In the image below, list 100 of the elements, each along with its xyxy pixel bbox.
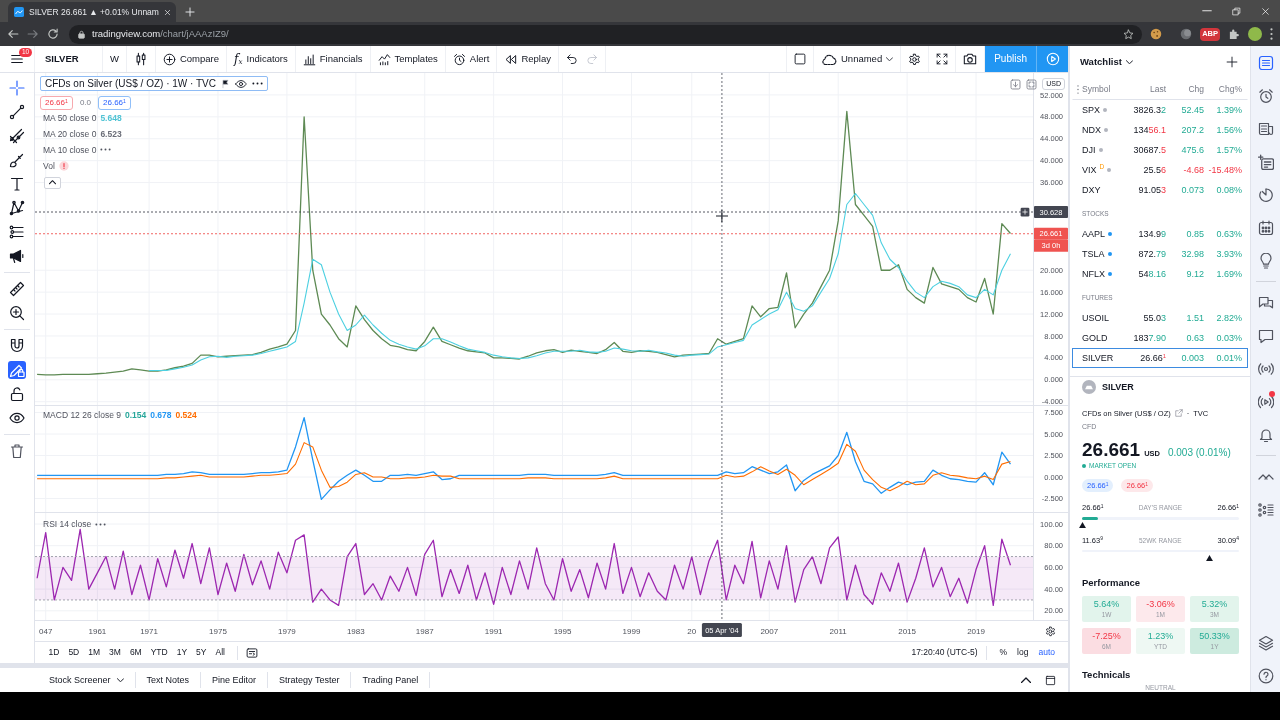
scale-button[interactable]: log [1012, 647, 1034, 658]
text-tool-icon[interactable] [8, 175, 26, 193]
column-header[interactable]: Chg [1166, 83, 1204, 95]
chat-bubble-icon[interactable] [1257, 327, 1274, 344]
watchlist-row[interactable]: SILVER 26.66$^{1}$ 0.003 0.01% [1072, 348, 1248, 368]
reload-icon[interactable] [47, 28, 59, 40]
forward-arrow-icon[interactable] [27, 28, 39, 40]
menu-icon[interactable] [1270, 28, 1273, 40]
back-arrow-icon[interactable] [7, 28, 19, 40]
trash-icon[interactable] [8, 442, 26, 460]
buy-price-button[interactable]: 26.66$^{1}$ [98, 96, 131, 110]
indicator-label[interactable]: RSI 14 close [43, 519, 92, 530]
indicator-label[interactable]: MA 10 close 0 [43, 144, 97, 155]
candlestick-icon[interactable] [133, 52, 148, 66]
watchlist-row[interactable]: GOLD 1837.90 0.63 0.03% [1072, 328, 1248, 348]
panel-tab[interactable]: Stock Screener [38, 672, 136, 688]
indicator-label[interactable]: Vol [43, 160, 55, 171]
pattern-icon[interactable] [8, 199, 26, 217]
range-button[interactable]: 1D [44, 647, 64, 658]
chevron-up-icon[interactable] [1021, 676, 1031, 684]
compare-button[interactable]: Compare [155, 46, 228, 72]
watchlist-row[interactable]: SPX 3826.32 52.45 1.39% [1072, 100, 1248, 120]
symbol-search-button[interactable]: SILVER [35, 46, 103, 72]
range-button[interactable]: All [211, 647, 230, 658]
newspaper-icon[interactable] [1257, 120, 1274, 137]
scale-button[interactable]: auto [1033, 647, 1060, 658]
column-header[interactable]: Chg% [1204, 83, 1242, 95]
watchlist-row[interactable]: DJI 30687.5 475.6 1.57% [1072, 140, 1248, 160]
indicators-button[interactable]: f$_{x}$ Indicators [227, 46, 296, 72]
megaphone-icon[interactable] [8, 247, 26, 265]
range-button[interactable]: 5Y [191, 647, 211, 658]
indicator-label[interactable]: MA 20 close 0 [43, 128, 97, 139]
panel-tab[interactable]: Text Notes [135, 672, 202, 688]
indicator-label[interactable]: MACD 12 26 close 9 [43, 410, 121, 421]
range-button[interactable]: 6M [125, 647, 147, 658]
settings-icon[interactable] [908, 52, 922, 66]
menu-icon[interactable] [10, 52, 24, 66]
close-icon[interactable] [163, 8, 171, 16]
watchlist-row[interactable]: DXY 91.053 0.073 0.08% [1072, 180, 1248, 200]
lines-tool-icon[interactable] [8, 223, 26, 241]
frame-icon[interactable] [1026, 78, 1038, 90]
camera-icon[interactable] [963, 52, 978, 66]
chat-bubbles-icon[interactable] [1257, 294, 1274, 311]
templates-button[interactable]: Templates [370, 46, 446, 72]
range-button[interactable]: YTD [146, 647, 173, 658]
layout-name-button[interactable]: Unnamed [814, 46, 902, 72]
range-button[interactable]: 1Y [172, 647, 192, 658]
download-arrow-icon[interactable] [1010, 78, 1022, 90]
browser-tab[interactable]: SILVER 26.661 ▲ +0.01% Unnam [8, 2, 176, 22]
help-icon[interactable] [1257, 667, 1274, 684]
layout-square-icon[interactable] [794, 53, 806, 65]
column-header[interactable]: Symbol [1082, 83, 1111, 95]
panel-tab[interactable]: Pine Editor [201, 672, 269, 688]
range-button[interactable]: 1M [83, 647, 105, 658]
fullscreen-icon[interactable] [936, 53, 949, 65]
pitchfork-icon[interactable] [8, 127, 26, 145]
alert-button[interactable]: Alert [445, 46, 498, 72]
indicator-label[interactable]: MA 50 close 0 [43, 112, 97, 123]
alarm-clock-icon[interactable] [1257, 87, 1274, 104]
bell-icon[interactable] [1257, 426, 1274, 443]
watchlist-row[interactable]: NDX 13456.1 207.2 1.56% [1072, 120, 1248, 140]
play-button[interactable] [1036, 46, 1068, 72]
collapse-button[interactable] [44, 176, 61, 189]
puzzle-icon[interactable] [1228, 28, 1240, 40]
undo-icon[interactable] [565, 53, 578, 65]
settings-icon[interactable] [1045, 625, 1056, 637]
zoom-in-icon[interactable] [8, 304, 26, 322]
panel-tab[interactable]: Strategy Tester [268, 672, 352, 688]
interval-button[interactable]: W [103, 46, 127, 72]
watchlist-row[interactable]: AAPL 134.99 0.85 0.63% [1072, 224, 1248, 244]
brush-icon[interactable] [8, 151, 26, 169]
range-button[interactable]: 5D [63, 647, 84, 658]
column-header[interactable]: Last [1116, 83, 1166, 95]
pencil-lock-icon[interactable] [8, 361, 26, 379]
watchlist-icon[interactable] [1257, 54, 1274, 71]
address-bar[interactable]: tradingview.com/chart/jAAAzIZ9/ [69, 24, 1143, 44]
panel-tab[interactable]: Trading Panel [351, 672, 431, 688]
replay-button[interactable]: Replay [497, 46, 559, 72]
new-tab-icon[interactable] [185, 7, 195, 17]
broadcast-icon[interactable] [1257, 360, 1274, 377]
object-list-icon[interactable] [1257, 501, 1274, 518]
maximize-icon[interactable] [1045, 674, 1056, 686]
lightbulb-icon[interactable] [1257, 252, 1274, 269]
plus-box-icon[interactable] [1020, 207, 1030, 217]
go-to-date-icon[interactable] [246, 646, 259, 659]
magnet-icon[interactable] [8, 337, 26, 355]
watchlist-row[interactable]: VIX $^{D}$ 25.56 -4.68 -15.48% [1072, 160, 1248, 180]
scale-button[interactable]: % [994, 647, 1013, 658]
cookie-icon[interactable] [1150, 28, 1163, 40]
calendar-icon[interactable] [1257, 219, 1274, 236]
watchlist-row[interactable]: USOIL 55.03 1.51 2.82% [1072, 308, 1248, 328]
bookmark-star-icon[interactable] [1123, 28, 1135, 40]
sell-price-button[interactable]: 26.66$^{1}$ [40, 96, 73, 110]
ruler-icon[interactable] [8, 280, 26, 298]
unlock-icon[interactable] [8, 385, 26, 403]
layers-icon[interactable] [1257, 634, 1274, 651]
data-window-icon[interactable] [1257, 153, 1274, 170]
timer-icon[interactable] [1257, 186, 1274, 203]
symbol-legend-title[interactable]: CFDs on Silver (US$ / OZ) · 1W · TVC [40, 76, 268, 91]
range-button[interactable]: 3M [104, 647, 126, 658]
